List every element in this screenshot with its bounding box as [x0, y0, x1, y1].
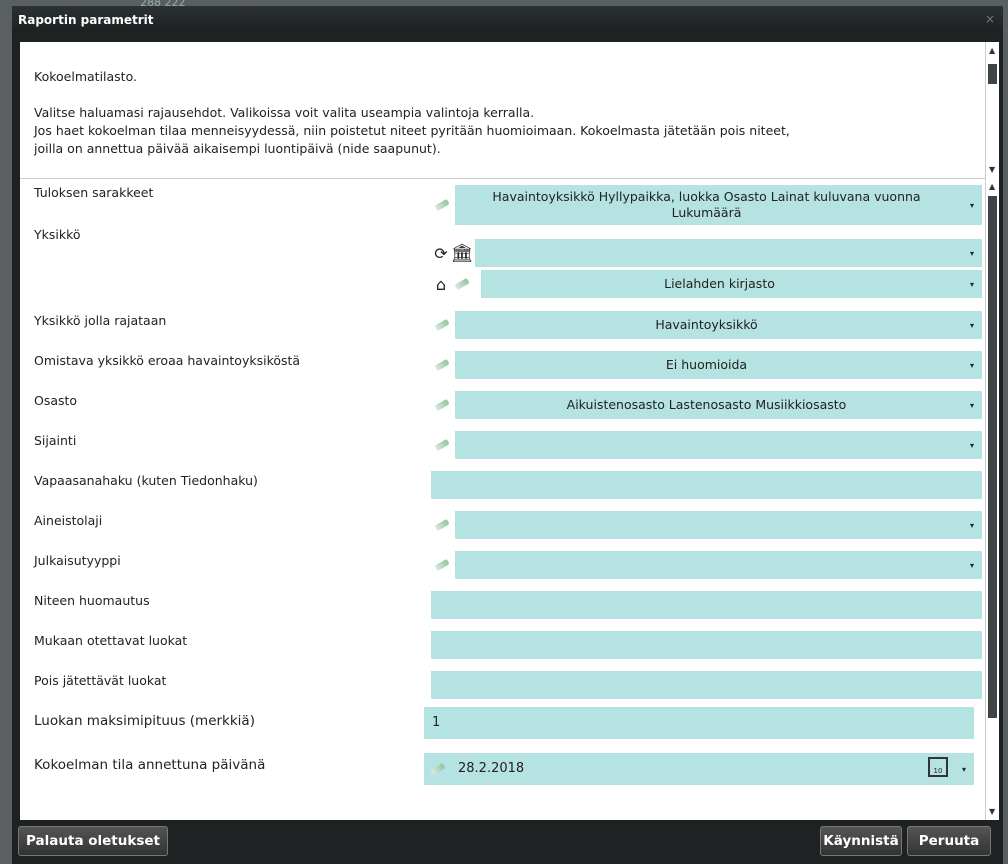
eraser-icon[interactable] — [431, 511, 453, 539]
label-kokoelman-tila: Kokoelman tila annettuna päivänä — [34, 757, 266, 773]
chevron-down-icon[interactable]: ▾ — [962, 765, 966, 774]
dialog-title: Raportin parametrit — [18, 13, 154, 27]
form-panel: Tuloksen sarakkeet Havaintoyksikkö Hylly… — [20, 178, 985, 820]
start-button[interactable]: Käynnistä — [820, 826, 902, 856]
label-osasto: Osasto — [34, 393, 78, 408]
select-aineistolaji[interactable]: ▾ — [431, 511, 982, 539]
eraser-icon[interactable] — [431, 391, 453, 419]
form-scrollbar[interactable]: ▲ ▼ — [985, 178, 999, 820]
scroll-up-arrow-icon[interactable]: ▲ — [989, 182, 995, 191]
input-pois-jatettavat[interactable] — [431, 671, 982, 699]
input-maksimipituus[interactable]: 1 — [424, 707, 974, 739]
label-tuloksen-sarakkeet: Tuloksen sarakkeet — [34, 185, 154, 200]
label-yksikko-jolla-rajataan: Yksikkö jolla rajataan — [34, 313, 167, 328]
label-pois-jatettavat: Pois jätettävät luokat — [34, 673, 167, 688]
select-sijainti[interactable]: ▾ — [431, 431, 982, 459]
intro-line-2: Jos haet kokoelman tilaa menneisyydessä,… — [34, 123, 790, 138]
intro-line-3: joilla on annettua päivää aikaisempi luo… — [34, 141, 441, 156]
reset-defaults-button[interactable]: Palauta oletukset — [18, 826, 168, 856]
chevron-down-icon[interactable]: ▾ — [970, 321, 974, 330]
select-omistava-yksikko[interactable]: Ei huomioida ▾ — [431, 351, 982, 379]
date-value: 28.2.2018 — [458, 761, 525, 776]
eraser-icon[interactable] — [431, 551, 453, 579]
eraser-icon[interactable] — [451, 270, 473, 298]
chevron-down-icon[interactable]: ▾ — [970, 280, 974, 289]
intro-scrollbar[interactable]: ▲ ▼ — [985, 42, 999, 178]
select-tuloksen-sarakkeet[interactable]: Havaintoyksikkö Hyllypaikka, luokka Osas… — [431, 185, 982, 225]
select-value: Havaintoyksikkö — [655, 317, 758, 332]
label-julkaisutyyppi: Julkaisutyyppi — [34, 553, 121, 568]
eraser-icon[interactable] — [431, 351, 453, 379]
select-value: Aikuistenosasto Lastenosasto Musiikkiosa… — [566, 397, 847, 412]
scroll-thumb[interactable] — [988, 196, 997, 718]
label-omistava-yksikko: Omistava yksikkö eroaa havaintoyksiköstä — [34, 353, 301, 368]
scroll-down-arrow-icon[interactable]: ▼ — [989, 807, 995, 816]
home-icon[interactable]: ⌂ — [431, 270, 451, 298]
chevron-down-icon[interactable]: ▾ — [970, 201, 974, 210]
select-yksikko-jolla-rajataan[interactable]: Havaintoyksikkö ▾ — [431, 311, 982, 339]
calendar-icon[interactable]: 10 — [928, 757, 948, 777]
label-maksimipituus: Luokan maksimipituus (merkkiä) — [34, 713, 255, 729]
chevron-down-icon[interactable]: ▾ — [970, 401, 974, 410]
select-yksikko[interactable]: ⌂ Lielahden kirjasto ▾ — [431, 270, 982, 298]
label-mukaan-otettavat: Mukaan otettavat luokat — [34, 633, 188, 648]
chevron-down-icon[interactable]: ▾ — [970, 561, 974, 570]
title-bar[interactable]: Raportin parametrit × — [12, 6, 1003, 32]
label-yksikko: Yksikkö — [34, 227, 81, 242]
museum-icon[interactable]: 🏛 — [451, 239, 474, 267]
label-niteen-huomautus: Niteen huomautus — [34, 593, 150, 608]
scroll-up-arrow-icon[interactable]: ▲ — [989, 46, 995, 55]
eraser-icon[interactable] — [431, 311, 453, 339]
scroll-thumb[interactable] — [988, 64, 997, 84]
intro-heading: Kokoelmatilasto. — [34, 69, 137, 84]
select-value: Lielahden kirjasto — [664, 276, 775, 291]
chevron-down-icon[interactable]: ▾ — [970, 521, 974, 530]
input-vapaasanahaku[interactable] — [431, 471, 982, 499]
chevron-down-icon[interactable]: ▾ — [970, 441, 974, 450]
label-sijainti: Sijainti — [34, 433, 77, 448]
scroll-down-arrow-icon[interactable]: ▼ — [989, 165, 995, 174]
select-value — [455, 511, 958, 539]
chevron-down-icon[interactable]: ▾ — [970, 361, 974, 370]
label-vapaasanahaku: Vapaasanahaku (kuten Tiedonhaku) — [34, 473, 258, 488]
eraser-icon[interactable] — [431, 431, 453, 459]
select-julkaisutyyppi[interactable]: ▾ — [431, 551, 982, 579]
globe-icon[interactable]: ⟳ — [431, 239, 451, 267]
intro-line-1: Valitse haluamasi rajausehdot. Valikoiss… — [34, 105, 535, 120]
input-mukaan-otettavat[interactable] — [431, 631, 982, 659]
eraser-icon[interactable] — [431, 185, 453, 225]
input-niteen-huomautus[interactable] — [431, 591, 982, 619]
chevron-down-icon[interactable]: ▾ — [970, 249, 974, 258]
select-yksikko-scope[interactable]: ⟳ 🏛 ▾ — [431, 239, 982, 267]
select-osasto[interactable]: Aikuistenosasto Lastenosasto Musiikkiosa… — [431, 391, 982, 419]
close-icon[interactable]: × — [985, 12, 995, 26]
intro-panel: Kokoelmatilasto. Valitse haluamasi rajau… — [20, 42, 985, 178]
select-value — [455, 431, 958, 459]
dialog-window: Raportin parametrit × Kokoelmatilasto. V… — [12, 6, 1003, 864]
date-kokoelman-tila[interactable]: 28.2.2018 10 ▾ — [424, 753, 974, 785]
cancel-button[interactable]: Peruuta — [907, 826, 991, 856]
select-value: Ei huomioida — [665, 357, 748, 372]
select-value — [475, 239, 958, 267]
select-value — [455, 551, 958, 579]
eraser-icon[interactable] — [426, 753, 450, 785]
select-value: Havaintoyksikkö Hyllypaikka, luokka Osas… — [492, 189, 921, 220]
label-aineistolaji: Aineistolaji — [34, 513, 103, 528]
